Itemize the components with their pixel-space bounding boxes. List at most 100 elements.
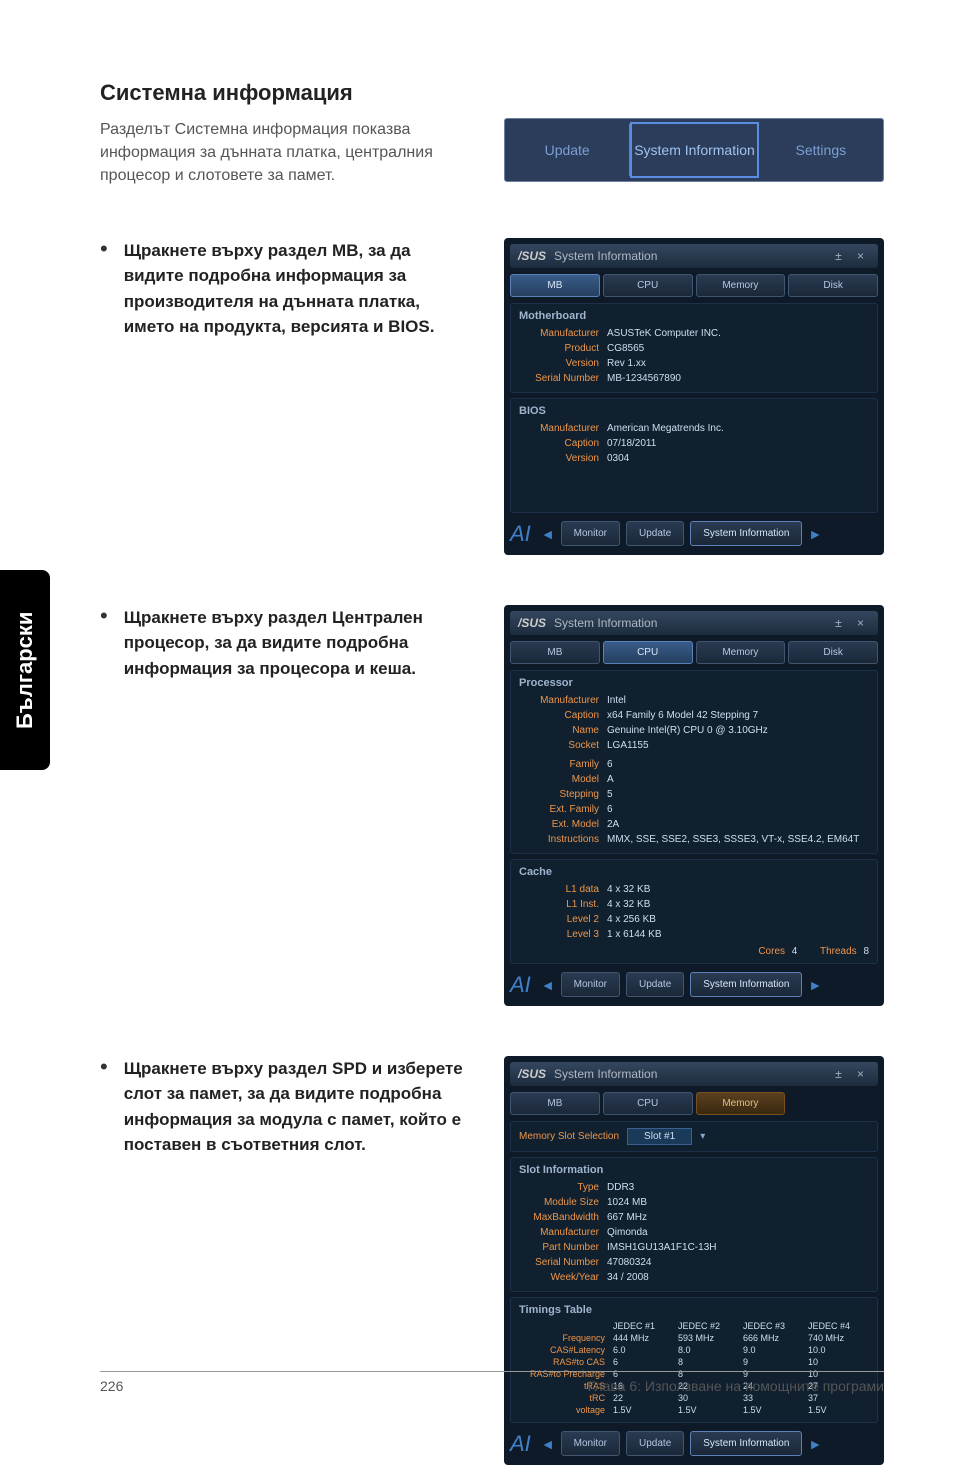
kv-row: Captionx64 Family 6 Model 42 Stepping 7 [519,708,869,723]
kv-key: Manufacturer [519,421,607,436]
ptab-mb[interactable]: MB [510,641,600,664]
kv-value: ASUSTeK Computer INC. [607,326,721,341]
footer-btn-update[interactable]: Update [626,1431,684,1456]
kv-value: 4 x 32 KB [607,897,650,912]
tab-update[interactable]: Update [505,124,630,176]
kv-row: Level 24 x 256 KB [519,912,869,927]
window-controls[interactable]: ± × [835,616,870,630]
asus-logo: /SUS [518,616,546,630]
arrow-left-icon[interactable]: ◄ [541,526,555,542]
kv-value: Qimonda [607,1225,648,1240]
footer-btn-sysinfo[interactable]: System Information [690,1431,802,1456]
footer-btn-monitor[interactable]: Monitor [561,1431,620,1456]
kv-key: Stepping [519,787,607,802]
kv-row: Ext. Model2A [519,817,869,832]
table-cell: 6 [609,1356,674,1368]
panel-title: System Information [554,249,657,263]
footer-chapter: Глава 6: Използване на помощните програм… [588,1378,884,1394]
ptab-memory[interactable]: Memory [696,1092,786,1115]
kv-value: Rev 1.xx [607,356,646,371]
table-cell: 6.0 [609,1344,674,1356]
slot-info-header: Slot Information [519,1164,869,1176]
kv-key: Ext. Model [519,817,607,832]
kv-row: ModelA [519,772,869,787]
kv-value: CG8565 [607,341,644,356]
ai-logo-icon: AI [510,1431,531,1457]
intro-text: Разделът Системна информация показва инф… [100,118,474,188]
kv-value: Intel [607,693,626,708]
footer-btn-update[interactable]: Update [626,972,684,997]
bullet: • [100,605,108,682]
table-cell: 666 MHz [739,1332,804,1344]
kv-value: 47080324 [607,1255,652,1270]
tab-settings[interactable]: Settings [759,124,883,176]
kv-value: American Megatrends Inc. [607,421,724,436]
kv-row: ManufacturerIntel [519,693,869,708]
kv-key: Manufacturer [519,326,607,341]
kv-key: Family [519,757,607,772]
footer-btn-sysinfo[interactable]: System Information [690,521,802,546]
kv-key: Module Size [519,1195,607,1210]
table-row: CAS#Latency6.08.09.010.0 [519,1344,869,1356]
table-row-key: voltage [519,1404,609,1416]
arrow-right-icon[interactable]: ► [808,526,822,542]
mem-slot-select[interactable]: Slot #1 [627,1128,692,1145]
kv-value: x64 Family 6 Model 42 Stepping 7 [607,708,758,723]
kv-key: Type [519,1180,607,1195]
page-title: Системна информация [100,80,884,106]
footer-btn-update[interactable]: Update [626,521,684,546]
kv-row: Serial Number47080324 [519,1255,869,1270]
arrow-right-icon[interactable]: ► [808,977,822,993]
top-tab-bar: Update System Information Settings [504,118,884,182]
footer-btn-monitor[interactable]: Monitor [561,521,620,546]
section1-text: Щракнете върху раздел MB, за да видите п… [124,238,464,340]
ptab-cpu[interactable]: CPU [603,274,693,297]
bullet: • [100,1056,108,1158]
ptab-memory[interactable]: Memory [696,641,786,664]
section3-text: Щракнете върху раздел SPD и изберете сло… [124,1056,464,1158]
kv-key: Part Number [519,1240,607,1255]
ptab-cpu[interactable]: CPU [603,641,693,664]
table-cell: 9.0 [739,1344,804,1356]
kv-key: Product [519,341,607,356]
window-controls[interactable]: ± × [835,249,870,263]
kv-value: LGA1155 [607,738,649,753]
kv-value: MB-1234567890 [607,371,681,386]
kv-key: Socket [519,738,607,753]
footer-btn-sysinfo[interactable]: System Information [690,972,802,997]
window-controls[interactable]: ± × [835,1067,870,1081]
kv-value: Genuine Intel(R) CPU 0 @ 3.10GHz [607,723,768,738]
ptab-disk[interactable]: Disk [788,274,878,297]
table-col-header: JEDEC #2 [674,1320,739,1332]
table-cell: 10 [804,1356,869,1368]
kv-key: Version [519,451,607,466]
ptab-disk[interactable]: Disk [788,641,878,664]
kv-value: A [607,772,614,787]
timings-table: JEDEC #1JEDEC #2JEDEC #3JEDEC #4Frequenc… [519,1320,869,1416]
kv-key: Level 2 [519,912,607,927]
kv-row: VersionRev 1.xx [519,356,869,371]
kv-key: Manufacturer [519,1225,607,1240]
cache-section-header: Cache [519,866,869,878]
chevron-down-icon[interactable]: ▾ [700,1131,705,1142]
mem-slot-label: Memory Slot Selection [519,1131,619,1142]
table-row: voltage1.5V1.5V1.5V1.5V [519,1404,869,1416]
table-cell: 444 MHz [609,1332,674,1344]
ai-logo-icon: AI [510,972,531,998]
table-cell: 593 MHz [674,1332,739,1344]
kv-value: 34 / 2008 [607,1270,649,1285]
table-cell: 10.0 [804,1344,869,1356]
ptab-mb[interactable]: MB [510,274,600,297]
table-row-key: CAS#Latency [519,1344,609,1356]
kv-value: 4 x 256 KB [607,912,656,927]
kv-row: Serial NumberMB-1234567890 [519,371,869,386]
arrow-left-icon[interactable]: ◄ [541,977,555,993]
footer-btn-monitor[interactable]: Monitor [561,972,620,997]
ptab-mb[interactable]: MB [510,1092,600,1115]
ptab-memory[interactable]: Memory [696,274,786,297]
panel-title: System Information [554,1067,657,1081]
timings-header: Timings Table [519,1304,869,1316]
tab-system-information[interactable]: System Information [630,122,758,178]
ptab-cpu[interactable]: CPU [603,1092,693,1115]
kv-row: ManufacturerASUSTeK Computer INC. [519,326,869,341]
